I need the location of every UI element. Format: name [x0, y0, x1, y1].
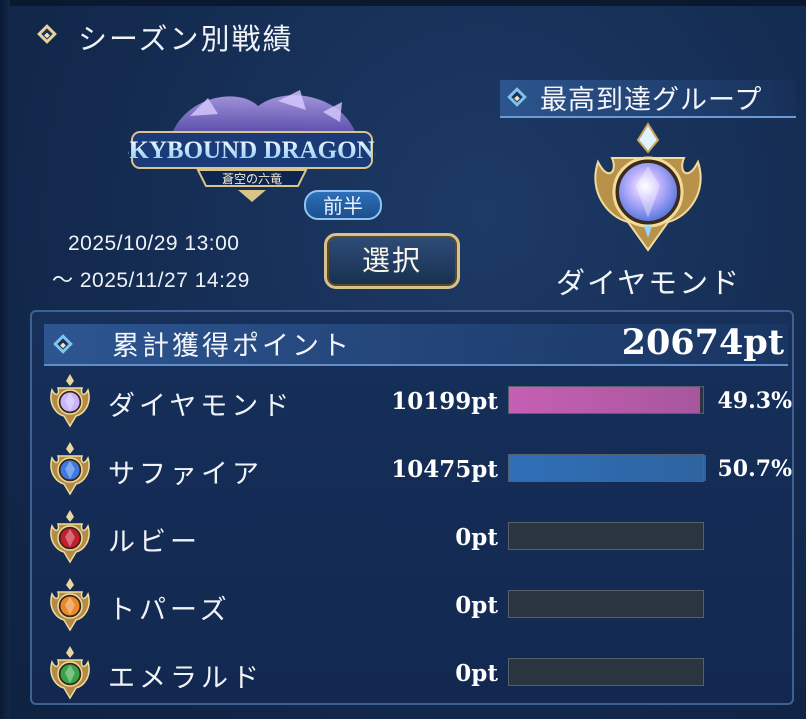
- group-points: 10475pt: [391, 456, 498, 483]
- page-title: シーズン別戦績: [78, 22, 294, 56]
- date-end: 〜 2025/11/27 14:29: [52, 269, 250, 292]
- half-badge: 前半: [304, 190, 382, 220]
- logo-title: SKYBOUND DRAGONS: [128, 137, 376, 164]
- group-points: 0pt: [455, 660, 498, 687]
- best-group-name: ダイヤモンド: [556, 266, 742, 300]
- topaz-gem-icon: [50, 578, 90, 632]
- top-frame: [0, 0, 806, 6]
- season-logo: SKYBOUND DRAGONS 蒼空の六竜: [128, 90, 376, 202]
- total-points-value: 20674pt: [621, 322, 784, 363]
- group-name: エメラルド: [108, 663, 263, 694]
- group-percent: 49.3%: [717, 388, 793, 414]
- points-panel: [30, 310, 794, 705]
- group-progress-fill: [509, 455, 706, 481]
- group-progress-fill: [509, 387, 701, 413]
- group-progress-bar: [508, 658, 704, 686]
- group-name: サファイア: [108, 459, 263, 490]
- group-name: ダイヤモンド: [108, 391, 294, 422]
- group-points: 0pt: [455, 524, 498, 551]
- group-percent: 50.7%: [717, 456, 793, 482]
- group-progress-bar: [508, 522, 704, 550]
- date-start: 2025/10/29 13:00: [68, 232, 240, 255]
- logo-subtitle: 蒼空の六竜: [222, 172, 282, 186]
- sapphire-gem-icon: [50, 442, 90, 496]
- left-frame: [0, 0, 10, 719]
- group-progress-bar: [508, 454, 706, 482]
- total-points-label: 累計獲得ポイント: [112, 331, 352, 362]
- group-name: トパーズ: [108, 595, 231, 626]
- emerald-gem-icon: [50, 646, 90, 700]
- diamond-gem-icon: [50, 374, 90, 428]
- title-diamond-icon: [37, 24, 57, 44]
- group-progress-bar: [508, 386, 704, 414]
- select-button[interactable]: 選択: [324, 233, 460, 289]
- group-points: 0pt: [455, 592, 498, 619]
- best-group-label: 最高到達グループ: [540, 85, 763, 116]
- ruby-gem-icon: [50, 510, 90, 564]
- group-name: ルビー: [108, 527, 201, 558]
- diamond-gem-icon: [594, 122, 702, 252]
- group-points: 10199pt: [391, 388, 498, 415]
- group-progress-bar: [508, 590, 704, 618]
